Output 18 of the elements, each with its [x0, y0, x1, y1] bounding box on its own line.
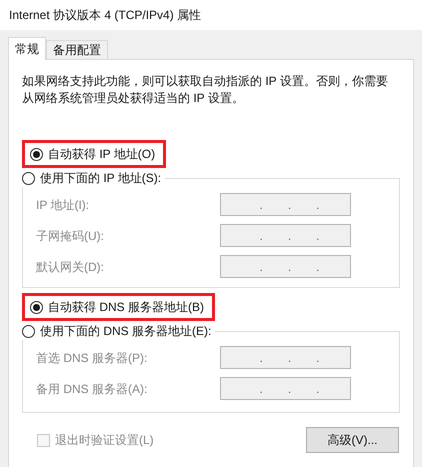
radio-option[interactable]: 自动获得 DNS 服务器地址(B) — [30, 298, 204, 316]
field-label: 首选 DNS 服务器(P): — [36, 350, 148, 366]
window-title: Internet 协议版本 4 (TCP/IPv4) 属性 — [9, 7, 202, 24]
description-text: 如果网络支持此功能，则可以获取自动指派的 IP 设置。否则，你需要从网络系统管理员处获得适当的 IP 设置。 — [22, 73, 389, 107]
field-label: 备用 DNS 服务器(A): — [36, 380, 148, 398]
tab[interactable]: 备用配置 — [46, 40, 108, 59]
radio-button[interactable] — [22, 172, 35, 184]
radio-button[interactable] — [22, 324, 35, 338]
radio-option[interactable]: 使用下面的 DNS 服务器地址(E): — [22, 322, 212, 340]
advanced-button[interactable]: 高级(V)... — [306, 427, 399, 453]
field-label: 默认网关(D): — [36, 258, 104, 276]
radio-option[interactable]: 使用下面的 IP 地址(S): — [22, 169, 162, 187]
tab[interactable]: 常规 — [8, 37, 46, 60]
radio-button[interactable] — [30, 148, 43, 160]
field-label: IP 地址(I): — [36, 196, 90, 214]
radio-option[interactable]: 自动获得 IP 地址(O) — [30, 145, 156, 163]
radio-button[interactable] — [30, 300, 43, 314]
field-label: 子网掩码(U): — [36, 228, 104, 244]
